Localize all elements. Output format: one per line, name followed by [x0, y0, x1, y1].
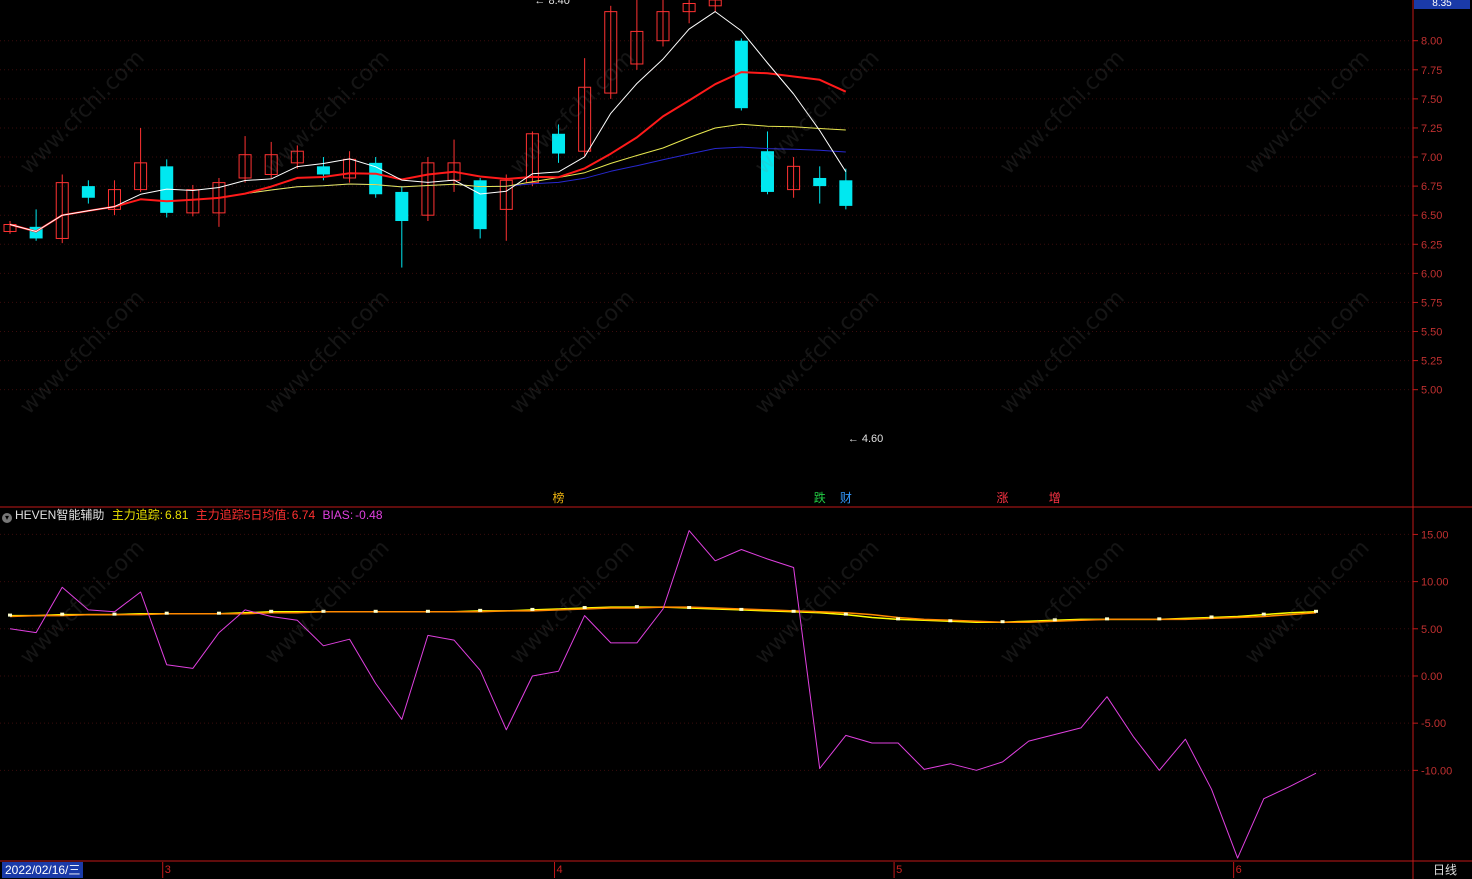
current-price-tag: 8.35 — [1414, 0, 1470, 9]
bias-value: -0.48 — [355, 508, 383, 522]
track-dot — [687, 606, 692, 610]
track-dot — [1000, 620, 1005, 624]
price-tick-label: 8.00 — [1421, 36, 1442, 48]
period-selector[interactable]: 日线 — [1420, 862, 1470, 878]
track-dot — [634, 605, 639, 609]
track-dot — [478, 608, 483, 612]
track-dot — [739, 607, 744, 611]
price-tick-label: 7.75 — [1421, 65, 1442, 77]
indicator-tick-label: -5.00 — [1421, 718, 1446, 730]
event-flag[interactable]: 涨 — [997, 491, 1009, 505]
price-tick-label: 5.50 — [1421, 327, 1442, 339]
track-dot — [1314, 609, 1318, 613]
bias-label: BIAS: — [322, 508, 354, 522]
track-dot — [791, 609, 796, 613]
month-marker: 4 — [556, 864, 563, 876]
track-dot — [1261, 612, 1266, 616]
indicator-name[interactable]: HEVEN智能辅助 — [15, 508, 104, 522]
track-dot — [321, 609, 326, 613]
candle-body — [369, 162, 383, 195]
track-dot — [843, 612, 848, 616]
price-tick-label: 6.00 — [1421, 268, 1442, 280]
indicator-tick-label: 15.00 — [1421, 529, 1449, 541]
bias-line — [9, 530, 1317, 859]
track-dot — [1105, 617, 1110, 621]
month-marker: 5 — [896, 864, 903, 876]
month-marker: 3 — [164, 864, 171, 876]
price-tick-label: 7.00 — [1421, 152, 1442, 164]
track-dot — [530, 607, 535, 611]
track-ma-value: 6.74 — [291, 508, 316, 522]
indicator-tick-label: 10.00 — [1421, 577, 1449, 589]
indicator-tick-label: 5.00 — [1421, 624, 1442, 636]
track-dot — [373, 609, 378, 613]
cursor-date: 2022/02/16/三 — [2, 862, 84, 878]
price-axis: 5.00 5.25 5.50 5.75 6.00 6.25 6.50 6.75 7.00 7.25… — [1413, 36, 1452, 777]
track-ma-label: 主力追踪5日均值: — [195, 508, 290, 522]
track-dot — [1157, 617, 1162, 621]
indicator-tick-label: -10.00 — [1421, 765, 1452, 777]
price-tick-label: 7.25 — [1421, 123, 1442, 135]
price-tick-label: 5.25 — [1421, 356, 1442, 368]
candle-body — [473, 180, 487, 230]
candle-body — [839, 180, 853, 206]
track-dot — [1209, 615, 1214, 619]
event-flag[interactable]: 榜 — [553, 491, 565, 505]
chart-frame — [0, 0, 1472, 879]
candle-body — [316, 166, 330, 175]
month-marker: 6 — [1235, 864, 1242, 876]
track-dot — [216, 611, 221, 615]
price-tick-label: 6.25 — [1421, 239, 1442, 251]
track-dot — [60, 612, 65, 616]
price-tick-label: 5.00 — [1421, 385, 1442, 397]
price-tick-label: 7.50 — [1421, 94, 1442, 106]
price-annotation: ← 8.40 — [534, 0, 569, 7]
candlestick-series — [3, 0, 853, 268]
track-dot — [896, 617, 901, 621]
track-dot — [948, 619, 953, 623]
track-dot — [269, 609, 274, 613]
price-tick-label: 6.75 — [1421, 181, 1442, 193]
candle-body — [760, 151, 774, 192]
candle-body — [813, 177, 827, 187]
chart-canvas[interactable]: 5.00 5.25 5.50 5.75 6.00 6.25 6.50 6.75 7.00 7.25… — [0, 0, 1472, 879]
track-value: 6.81 — [165, 508, 189, 522]
event-flag[interactable]: 跌 — [814, 491, 826, 505]
track-dot — [112, 612, 117, 616]
price-tick-label: 5.75 — [1421, 297, 1442, 309]
collapse-icon[interactable]: ▾ — [2, 513, 12, 523]
candle-body — [81, 186, 95, 198]
price-tick-label: 6.50 — [1421, 210, 1442, 222]
track-dot — [8, 613, 12, 617]
track-dot — [1052, 618, 1057, 622]
candle-body — [395, 191, 409, 222]
track-dot — [164, 611, 169, 615]
track-dot — [425, 609, 430, 613]
event-flag[interactable]: 增 — [1049, 491, 1061, 505]
track-dot — [582, 606, 587, 610]
indicator-tick-label: 0.00 — [1421, 671, 1442, 683]
track-label: 主力追踪: — [111, 508, 164, 522]
event-flag[interactable]: 财 — [840, 491, 852, 505]
indicator-legend: ▾ HEVEN智能辅助 主力追踪: 6.81 主力追踪5日均值: 6.74 BIAS:… — [2, 507, 387, 523]
candle-body — [552, 133, 566, 154]
price-annotations: ← 8.40 ← 4.60 — [534, 0, 883, 445]
indicator-lines — [8, 530, 1318, 859]
price-annotation: ← 4.60 — [848, 433, 883, 445]
